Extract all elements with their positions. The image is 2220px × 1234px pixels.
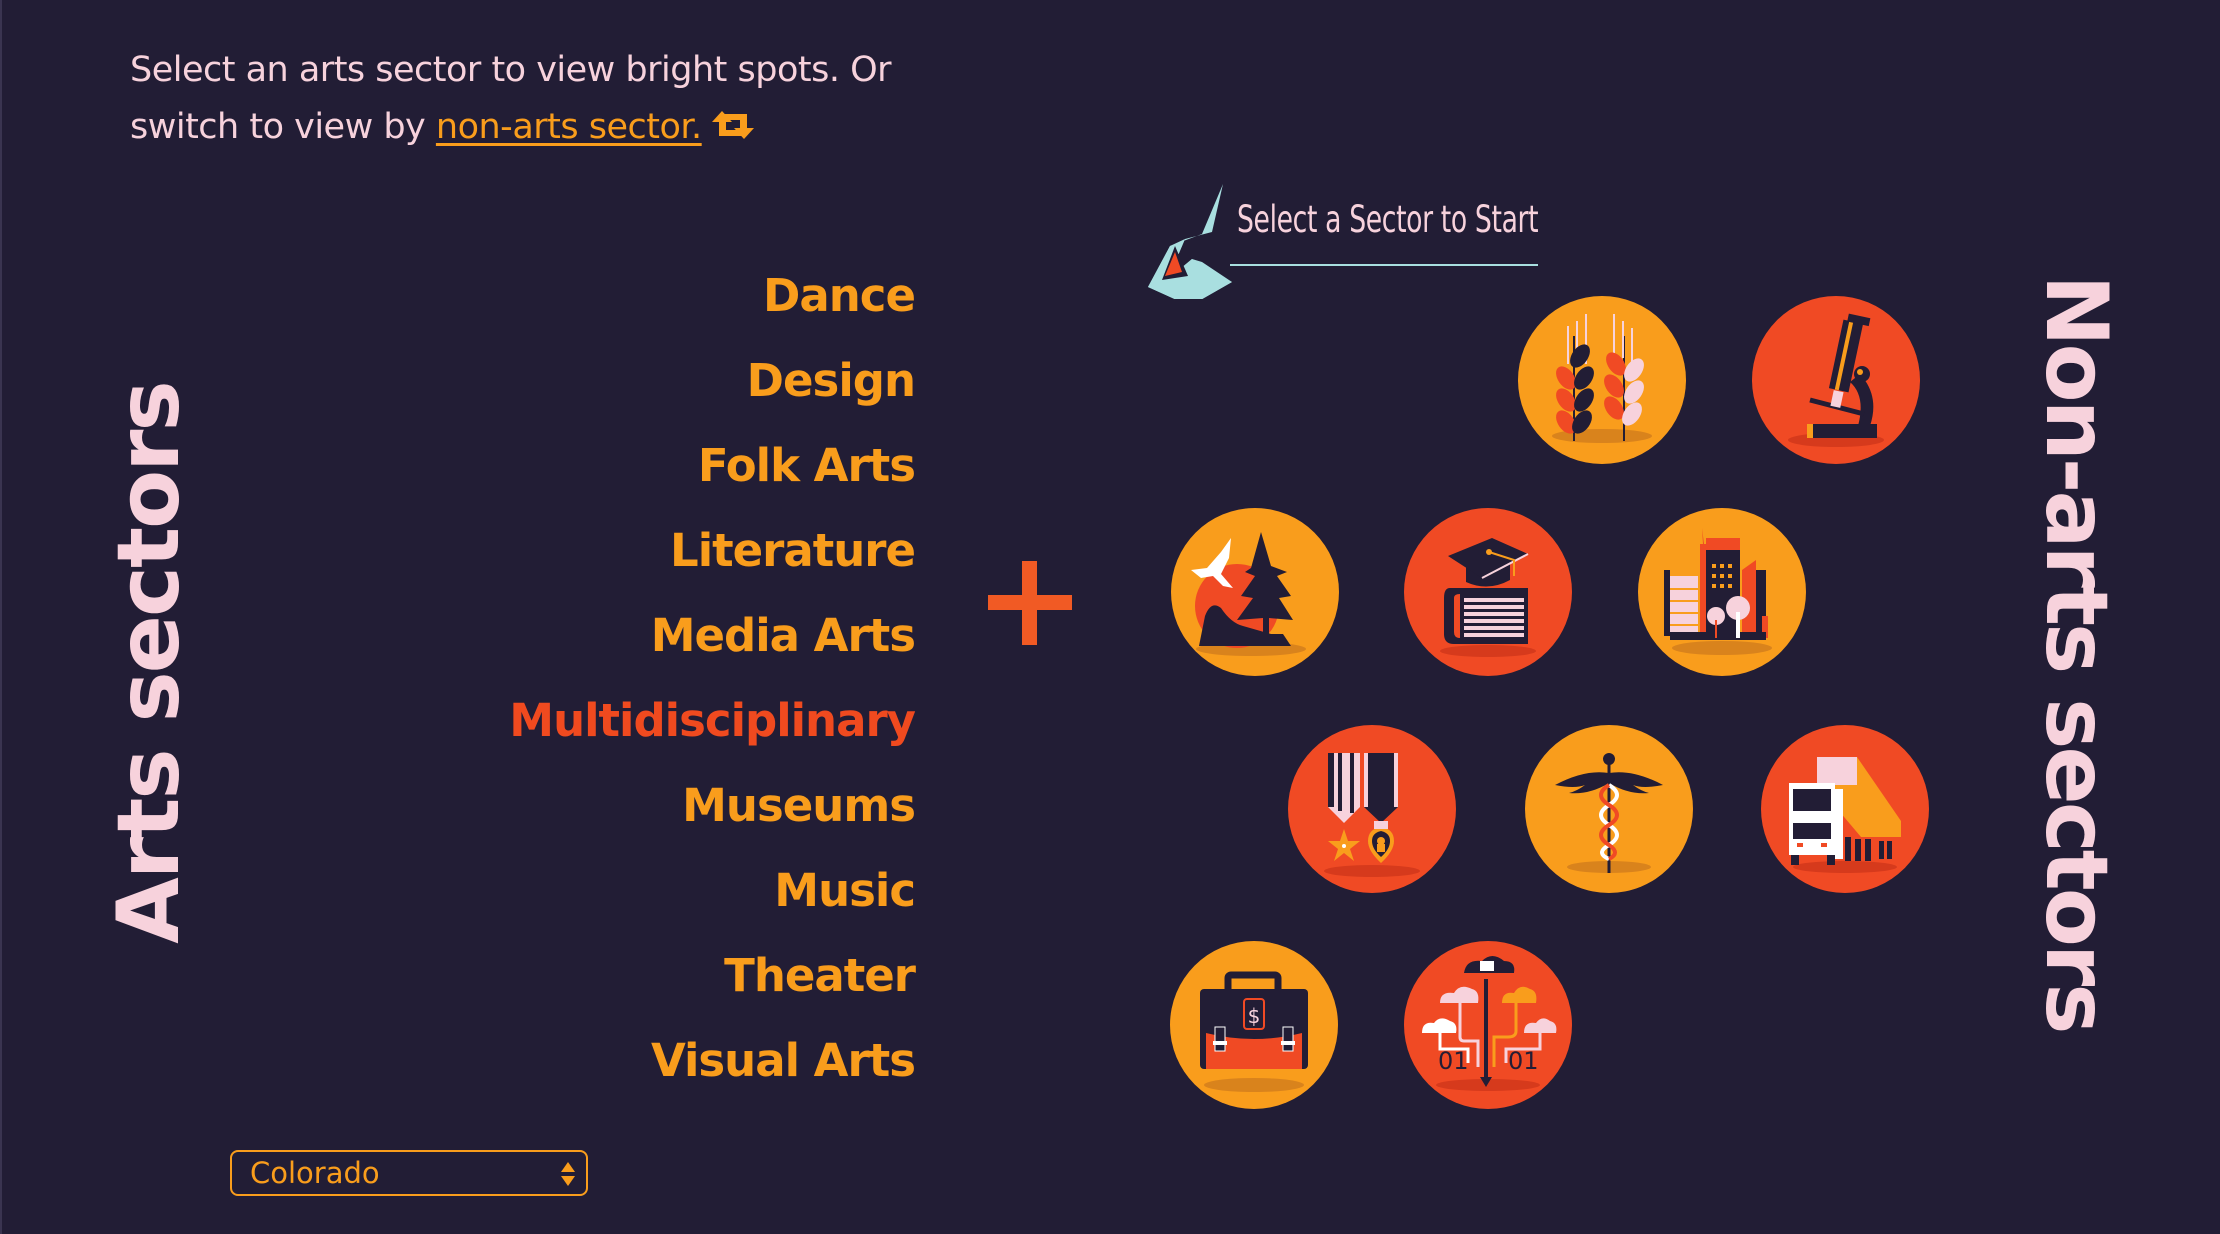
sector-economic-development[interactable]: $ (1170, 941, 1338, 1109)
microscope-icon (1788, 313, 1884, 447)
arts-sector-media-arts[interactable]: Media Arts (509, 602, 916, 687)
sector-environment[interactable] (1171, 508, 1339, 676)
briefcase-dollar-icon: $ (1200, 971, 1308, 1092)
sector-science[interactable] (1752, 296, 1920, 464)
state-select-value: Colorado (250, 1156, 380, 1190)
state-select[interactable]: Colorado (230, 1150, 588, 1196)
window-edge (0, 0, 2, 1234)
truck-icon (1789, 757, 1901, 873)
sector-transportation[interactable] (1761, 725, 1929, 893)
graduation-book-icon (1440, 538, 1536, 657)
arts-sector-design[interactable]: Design (509, 347, 916, 432)
plus-icon (988, 561, 1072, 645)
nature-landscape-icon (1191, 532, 1306, 656)
arts-sector-museums[interactable]: Museums (509, 772, 916, 857)
sector-military[interactable] (1288, 725, 1456, 893)
caduceus-icon (1555, 753, 1663, 873)
arts-sector-multidisciplinary[interactable]: Multidisciplinary (509, 687, 916, 772)
arts-sector-folk-arts[interactable]: Folk Arts (509, 432, 916, 517)
arts-sector-theater[interactable]: Theater (509, 942, 916, 1027)
sector-health[interactable] (1525, 725, 1693, 893)
non-arts-sectors-heading: Non-arts sectors (2026, 274, 2126, 1032)
select-arrows-icon (561, 1162, 575, 1186)
arts-sector-literature[interactable]: Literature (509, 517, 916, 602)
select-sector-prompt: Select a Sector to Start (1237, 198, 1539, 241)
svg-text:01: 01 (1508, 1047, 1539, 1075)
sector-education[interactable] (1404, 508, 1572, 676)
arts-sector-visual-arts[interactable]: Visual Arts (509, 1027, 916, 1112)
swap-arrows-icon[interactable] (708, 103, 758, 139)
svg-text:01: 01 (1438, 1047, 1469, 1075)
sector-technology[interactable]: 01 01 (1404, 941, 1572, 1109)
svg-text:$: $ (1248, 1004, 1261, 1028)
arts-sector-list: Dance Design Folk Arts Literature Media … (509, 262, 916, 1112)
arts-sector-music[interactable]: Music (509, 857, 916, 942)
city-buildings-icon (1664, 528, 1772, 655)
sector-agriculture[interactable] (1518, 296, 1686, 464)
medals-icon (1324, 753, 1420, 877)
cloud-data-icon: 01 01 (1422, 956, 1557, 1091)
arts-sectors-heading: Arts sectors (99, 382, 199, 944)
wheat-icon (1552, 314, 1652, 443)
intro-text: Select an arts sector to view bright spo… (130, 42, 1010, 156)
switch-to-non-arts-link[interactable]: non-arts sector. (436, 107, 702, 147)
sector-community-development[interactable] (1638, 508, 1806, 676)
arts-sector-dance[interactable]: Dance (509, 262, 916, 347)
